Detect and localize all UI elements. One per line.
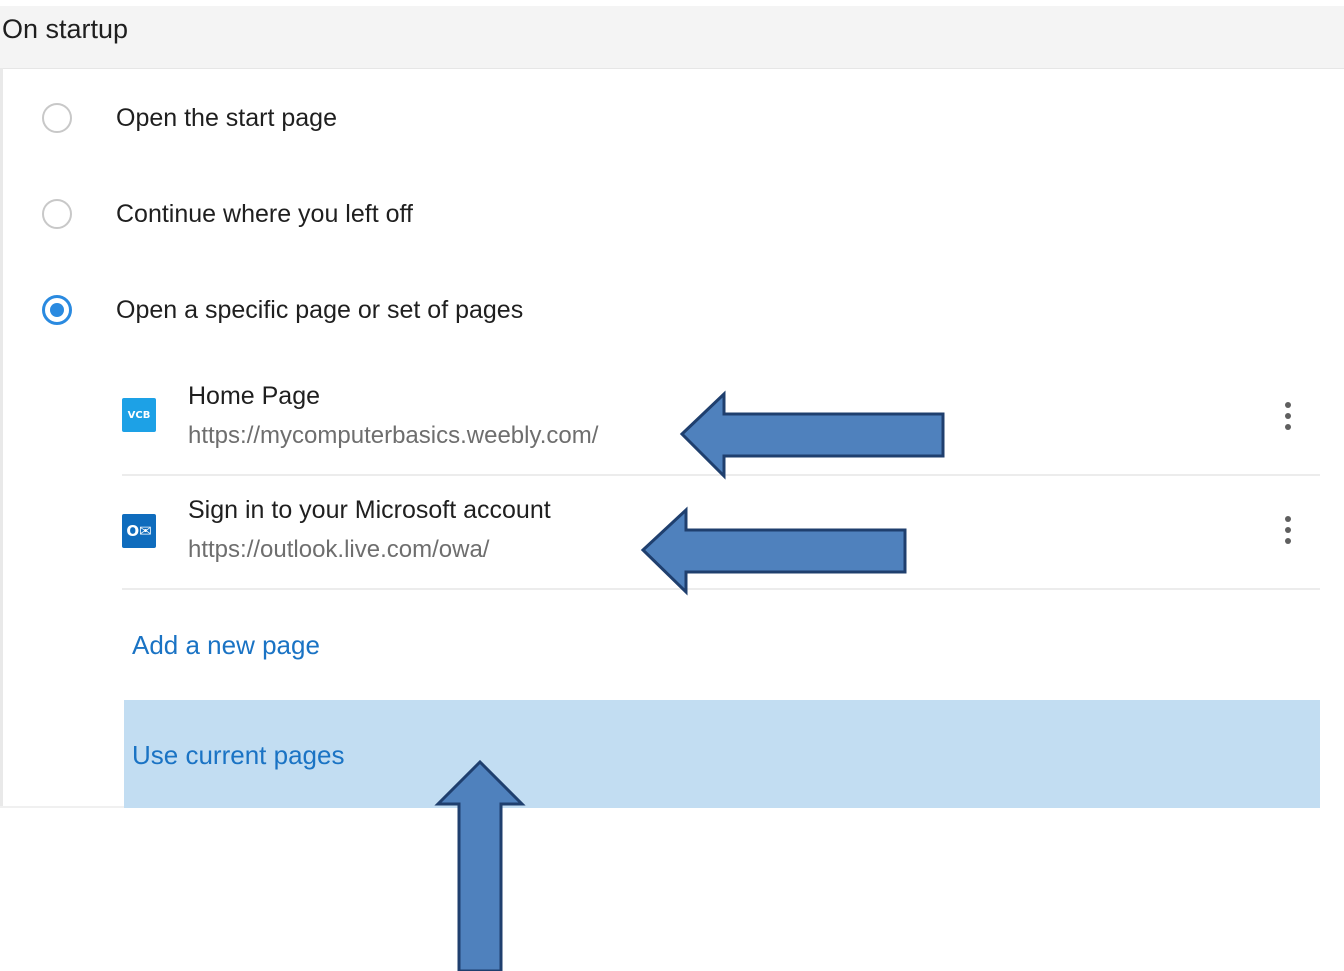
more-options-icon[interactable] bbox=[1278, 510, 1298, 550]
radio-label-start-page: Open the start page bbox=[116, 103, 337, 132]
radio-option-start-page[interactable]: Open the start page bbox=[42, 98, 337, 138]
startup-page-entry: VCB Home Page https://mycomputerbasics.w… bbox=[122, 362, 1320, 476]
radio-button-continue[interactable] bbox=[42, 199, 72, 229]
page-entry-title: Home Page bbox=[188, 382, 321, 410]
radio-button-specific-pages[interactable] bbox=[42, 295, 72, 325]
radio-option-continue[interactable]: Continue where you left off bbox=[42, 194, 413, 234]
content-frame-border bbox=[0, 68, 3, 808]
radio-option-specific-pages[interactable]: Open a specific page or set of pages bbox=[42, 290, 523, 330]
use-current-pages-label: Use current pages bbox=[132, 740, 345, 770]
page-entry-title: Sign in to your Microsoft account bbox=[188, 496, 551, 524]
radio-label-specific-pages: Open a specific page or set of pages bbox=[116, 295, 524, 324]
outlook-favicon-icon: O✉ bbox=[122, 514, 156, 548]
radio-button-start-page[interactable] bbox=[42, 103, 72, 133]
section-header: On startup bbox=[0, 6, 1344, 69]
startup-settings-page: On startup Open the start page Continue … bbox=[0, 0, 1344, 971]
content-frame-border-bottom bbox=[0, 806, 124, 808]
startup-page-entry: O✉ Sign in to your Microsoft account htt… bbox=[122, 476, 1320, 590]
radio-label-continue: Continue where you left off bbox=[116, 199, 413, 228]
vcb-favicon-icon: VCB bbox=[122, 398, 156, 432]
section-title: On startup bbox=[2, 14, 129, 44]
page-entry-url: https://mycomputerbasics.weebly.com/ bbox=[188, 422, 599, 449]
more-options-icon[interactable] bbox=[1278, 396, 1298, 436]
use-current-pages-button[interactable]: Use current pages bbox=[124, 700, 1320, 808]
add-new-page-button[interactable]: Add a new page bbox=[132, 630, 320, 661]
page-entry-url: https://outlook.live.com/owa/ bbox=[188, 536, 490, 563]
